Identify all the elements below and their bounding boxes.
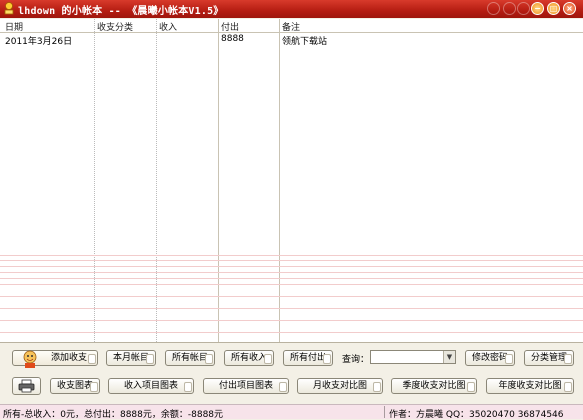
category-manage-button[interactable]: 分类管理: [524, 350, 574, 366]
year-compare-label: 年度收支对比图: [498, 381, 562, 391]
button-deco-icon: [205, 354, 213, 364]
column-header-income[interactable]: 收入: [159, 20, 177, 33]
income-chart-button[interactable]: 收入项目图表: [108, 378, 194, 394]
all-accounts-button[interactable]: 所有帐目: [165, 350, 215, 366]
button-deco-icon: [184, 382, 192, 392]
change-password-button[interactable]: 修改密码: [465, 350, 515, 366]
row-line: [0, 296, 583, 297]
expense-chart-label: 付出项目图表: [218, 381, 273, 391]
month-compare-label: 月收支对比图: [312, 381, 367, 391]
button-deco-icon: [564, 354, 572, 364]
query-select[interactable]: ▼: [370, 350, 456, 364]
maximize-icon: □: [549, 4, 558, 13]
column-divider: [279, 19, 280, 342]
quarter-compare-button[interactable]: 季度收支对比图: [391, 378, 477, 394]
window-title: lhdown 的小帐本 -- 《晨曦小帐本V1.5》: [18, 6, 224, 17]
all-expense-label: 所有付出: [289, 353, 326, 363]
row-line: [0, 308, 583, 309]
category-manage-label: 分类管理: [530, 353, 567, 363]
row-line: [0, 284, 583, 285]
mascot-icon: [23, 350, 37, 368]
chart-label: 收支图表: [56, 381, 93, 391]
button-deco-icon: [279, 382, 287, 392]
column-divider: [94, 19, 95, 342]
status-summary: 所有-总收入：0元，总付出：8888元，余额：-8888元: [3, 410, 224, 420]
year-compare-button[interactable]: 年度收支对比图: [486, 378, 574, 394]
skin-ghost-button: [517, 2, 530, 15]
cell-note: 领航下载站: [282, 37, 328, 47]
skin-ghost-button: [503, 2, 516, 15]
column-header-note[interactable]: 备注: [282, 20, 300, 33]
button-deco-icon: [505, 354, 513, 364]
button-deco-icon: [467, 382, 475, 392]
all-income-label: 所有收入: [230, 353, 267, 363]
button-deco-icon: [323, 354, 331, 364]
change-password-label: 修改密码: [471, 353, 508, 363]
close-button[interactable]: ×: [563, 2, 576, 15]
button-deco-icon: [146, 354, 154, 364]
column-header-expense[interactable]: 付出: [221, 20, 239, 33]
add-entry-button[interactable]: 添加收支: [12, 350, 98, 368]
column-header-date[interactable]: 日期: [5, 20, 23, 33]
status-divider: [384, 406, 385, 418]
row-line: [0, 255, 583, 256]
income-chart-label: 收入项目图表: [123, 381, 178, 391]
close-icon: ×: [566, 4, 573, 13]
button-deco-icon: [88, 354, 96, 364]
month-accounts-button[interactable]: 本月帐目: [106, 350, 156, 366]
cell-expense: 8888: [221, 34, 244, 44]
maximize-button[interactable]: □: [547, 2, 560, 15]
button-deco-icon: [90, 382, 98, 392]
month-accounts-label: 本月帐目: [112, 353, 149, 363]
print-button[interactable]: [12, 377, 41, 395]
row-line: [0, 266, 583, 267]
chart-button[interactable]: 收支图表: [50, 378, 100, 394]
quarter-compare-label: 季度收支对比图: [402, 381, 466, 391]
status-bar: 所有-总收入：0元，总付出：8888元，余额：-8888元 作者：方晨曦 QQ：…: [0, 404, 583, 420]
row-line: [0, 332, 583, 333]
row-line: [0, 260, 583, 261]
all-accounts-label: 所有帐目: [171, 353, 208, 363]
minimize-button[interactable]: −: [531, 2, 544, 15]
grid-header: 日期 收支分类 收入 付出 备注: [0, 19, 583, 33]
expense-chart-button[interactable]: 付出项目图表: [203, 378, 289, 394]
all-expense-button[interactable]: 所有付出: [283, 350, 333, 366]
ledger-grid[interactable]: 日期 收支分类 收入 付出 备注 2011年3月26日 8888 领航下载站: [0, 19, 583, 343]
cell-date: 2011年3月26日: [5, 37, 73, 47]
month-compare-button[interactable]: 月收支对比图: [297, 378, 383, 394]
title-bar[interactable]: lhdown 的小帐本 -- 《晨曦小帐本V1.5》 − □ ×: [0, 0, 583, 18]
row-line: [0, 272, 583, 273]
printer-icon: [18, 379, 35, 393]
column-divider: [218, 19, 219, 342]
button-deco-icon: [373, 382, 381, 392]
button-deco-icon: [564, 382, 572, 392]
column-header-category[interactable]: 收支分类: [97, 20, 133, 33]
status-author: 作者：方晨曦 QQ：35020470 36874546: [389, 410, 564, 420]
skin-ghost-button: [487, 2, 500, 15]
query-label: 查询：: [342, 355, 370, 365]
row-line: [0, 320, 583, 321]
button-deco-icon: [264, 354, 272, 364]
row-line: [0, 278, 583, 279]
all-income-button[interactable]: 所有收入: [224, 350, 274, 366]
app-coin-icon: [4, 2, 14, 15]
chevron-down-icon[interactable]: ▼: [443, 351, 455, 363]
column-divider: [156, 19, 157, 342]
add-entry-label: 添加收支: [51, 353, 88, 363]
minimize-icon: −: [534, 4, 541, 13]
